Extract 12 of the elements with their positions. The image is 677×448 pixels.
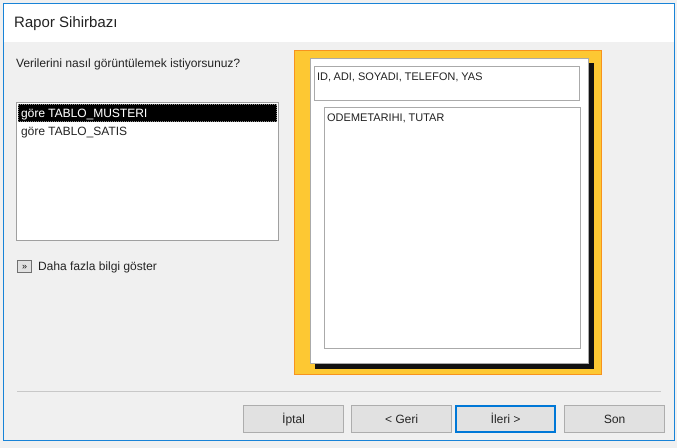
wizard-button[interactable]: Son bbox=[564, 405, 665, 433]
more-info-button[interactable]: » bbox=[17, 260, 32, 272]
wizard-button[interactable]: İleri > bbox=[455, 405, 556, 433]
question-text: Verilerini nasıl görüntülemek istiyorsunuz? bbox=[16, 55, 242, 72]
window-title: Rapor Sihirbazı bbox=[14, 12, 118, 33]
wizard-button[interactable]: İptal bbox=[243, 405, 344, 433]
list-item[interactable]: göre TABLO_MUSTERI bbox=[18, 104, 277, 122]
list-item[interactable]: göre TABLO_SATIS bbox=[18, 122, 277, 140]
detail-fields: ODEMETARIHI, TUTAR bbox=[324, 107, 581, 349]
header-fields: ID, ADI, SOYADI, TELEFON, YAS bbox=[314, 66, 580, 101]
wizard-button[interactable]: < Geri bbox=[351, 405, 452, 433]
more-info-label: Daha fazla bilgi göster bbox=[38, 258, 157, 275]
